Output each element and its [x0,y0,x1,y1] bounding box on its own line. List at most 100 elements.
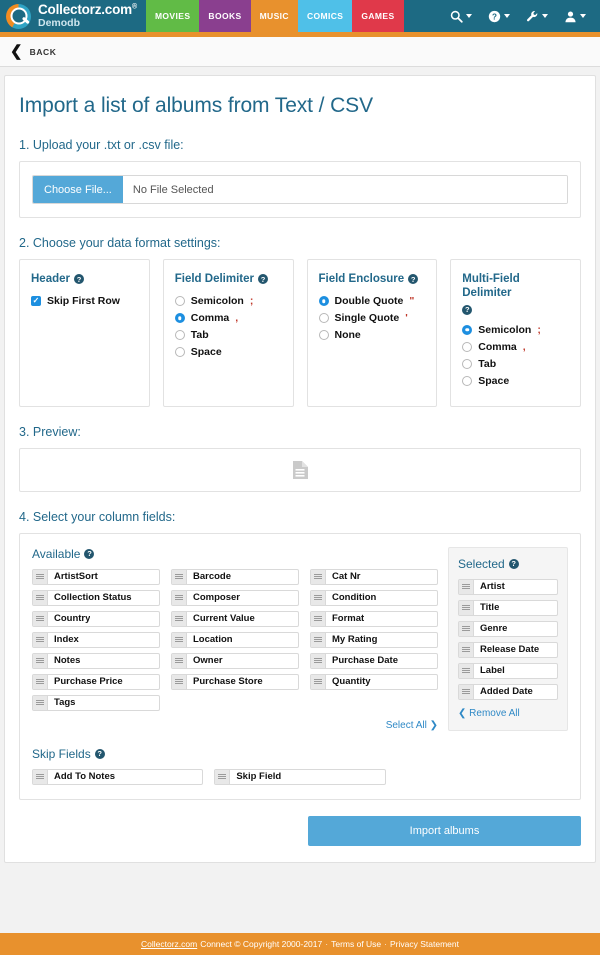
drag-handle-icon[interactable] [311,611,326,626]
checkbox-skip-first-row[interactable] [31,296,41,307]
drag-handle-icon[interactable] [33,674,48,689]
option-mfd-semicolon[interactable]: Semicolon ; [462,324,569,336]
footer-terms-link[interactable]: Terms of Use [331,939,381,949]
drag-handle-icon[interactable] [311,569,326,584]
selected-item[interactable]: Artist [458,578,558,595]
drag-handle-icon[interactable] [311,590,326,605]
footer-collectorz-link[interactable]: Collectorz.com [141,939,197,949]
drag-handle-icon[interactable] [459,663,474,678]
help-icon[interactable]: ? [258,274,268,285]
drag-handle-icon[interactable] [33,569,48,584]
drag-handle-icon[interactable] [215,769,231,784]
radio-mfd-tab[interactable] [462,358,473,369]
field-item[interactable]: Format [310,610,438,627]
drag-handle-icon[interactable] [33,590,48,605]
field-item[interactable]: ArtistSort [32,568,160,585]
drag-handle-icon[interactable] [33,611,48,626]
help-menu[interactable]: ? [488,10,510,23]
drag-handle-icon[interactable] [33,769,48,784]
drag-handle-icon[interactable] [459,600,474,615]
nav-tab-comics[interactable]: COMICS [297,0,353,32]
field-item[interactable]: Purchase Price [32,673,160,690]
field-item[interactable]: Purchase Date [310,652,438,669]
brand-logo[interactable]: Collectorz.com® Demodb [0,0,137,32]
help-icon[interactable]: ? [408,274,419,285]
option-fd-tab[interactable]: Tab [174,329,282,341]
field-item[interactable]: Composer [171,589,299,606]
nav-tab-books[interactable]: BOOKS [199,0,251,32]
field-item[interactable]: Quantity [310,673,438,690]
account-menu[interactable] [564,10,586,23]
radio-fe-none[interactable] [318,330,329,341]
option-mfd-tab[interactable]: Tab [462,358,569,370]
selected-item[interactable]: Title [458,599,558,616]
option-fe-single-quote[interactable]: Single Quote ' [318,312,426,324]
option-skip-first-row[interactable]: Skip First Row [31,295,138,307]
field-item[interactable]: Collection Status [32,589,160,606]
drag-handle-icon[interactable] [33,695,48,710]
drag-handle-icon[interactable] [33,653,48,668]
back-bar[interactable]: ❮ BACK [0,37,600,67]
option-fe-double-quote[interactable]: Double Quote " [318,295,426,307]
drag-handle-icon[interactable] [172,590,187,605]
drag-handle-icon[interactable] [459,621,474,636]
help-icon[interactable]: ? [94,748,105,759]
drag-handle-icon[interactable] [172,632,187,647]
option-fd-space[interactable]: Space [174,346,282,358]
field-item[interactable]: My Rating [310,631,438,648]
help-icon[interactable]: ? [508,558,519,569]
field-item[interactable]: Index [32,631,160,648]
footer-privacy-link[interactable]: Privacy Statement [390,939,459,949]
radio-fd-comma[interactable] [174,313,185,324]
selected-item[interactable]: Added Date [458,683,558,700]
field-item[interactable]: Current Value [171,610,299,627]
drag-handle-icon[interactable] [311,632,326,647]
drag-handle-icon[interactable] [172,611,187,626]
drag-handle-icon[interactable] [459,642,474,657]
selected-item[interactable]: Genre [458,620,558,637]
file-input-row[interactable]: Choose File... No File Selected [32,175,568,204]
help-icon[interactable]: ? [74,274,84,285]
nav-tab-games[interactable]: GAMES [352,0,404,32]
selected-item[interactable]: Label [458,662,558,679]
help-icon[interactable]: ? [84,548,95,559]
field-item[interactable]: Owner [171,652,299,669]
nav-tab-music[interactable]: MUSIC [250,0,298,32]
field-item[interactable]: Condition [310,589,438,606]
radio-mfd-comma[interactable] [462,341,473,352]
drag-handle-icon[interactable] [459,684,474,699]
drag-handle-icon[interactable] [311,653,326,668]
remove-all-link[interactable]: ❮ Remove All [458,708,558,719]
drag-handle-icon[interactable] [172,653,187,668]
settings-menu[interactable] [526,10,548,23]
radio-fd-tab[interactable] [174,330,185,341]
radio-fd-semicolon[interactable] [174,296,185,307]
option-mfd-comma[interactable]: Comma , [462,341,569,353]
option-mfd-space[interactable]: Space [462,375,569,387]
radio-fe-double-quote[interactable] [318,296,329,307]
select-all-link[interactable]: Select All ❯ [32,720,438,731]
drag-handle-icon[interactable] [33,632,48,647]
drag-handle-icon[interactable] [172,674,187,689]
radio-fd-space[interactable] [174,347,185,358]
field-item[interactable]: Tags [32,694,160,711]
drag-handle-icon[interactable] [311,674,326,689]
radio-fe-single-quote[interactable] [318,313,329,324]
drag-handle-icon[interactable] [459,579,474,594]
radio-mfd-semicolon[interactable] [462,324,473,335]
selected-item[interactable]: Release Date [458,641,558,658]
field-item[interactable]: Barcode [171,568,299,585]
import-albums-button[interactable]: Import albums [308,815,581,846]
field-item[interactable]: Location [171,631,299,648]
skip-field-item[interactable]: Add To Notes [32,768,204,785]
field-item[interactable]: Cat Nr [310,568,438,585]
option-fd-semicolon[interactable]: Semicolon ; [174,295,282,307]
help-icon[interactable]: ? [462,304,473,315]
choose-file-button[interactable]: Choose File... [33,176,123,203]
search-menu[interactable] [450,10,472,23]
drag-handle-icon[interactable] [172,569,187,584]
field-item[interactable]: Notes [32,652,160,669]
skip-field-item[interactable]: Skip Field [214,768,386,785]
nav-tab-movies[interactable]: MOVIES [145,0,200,32]
radio-mfd-space[interactable] [462,375,473,386]
